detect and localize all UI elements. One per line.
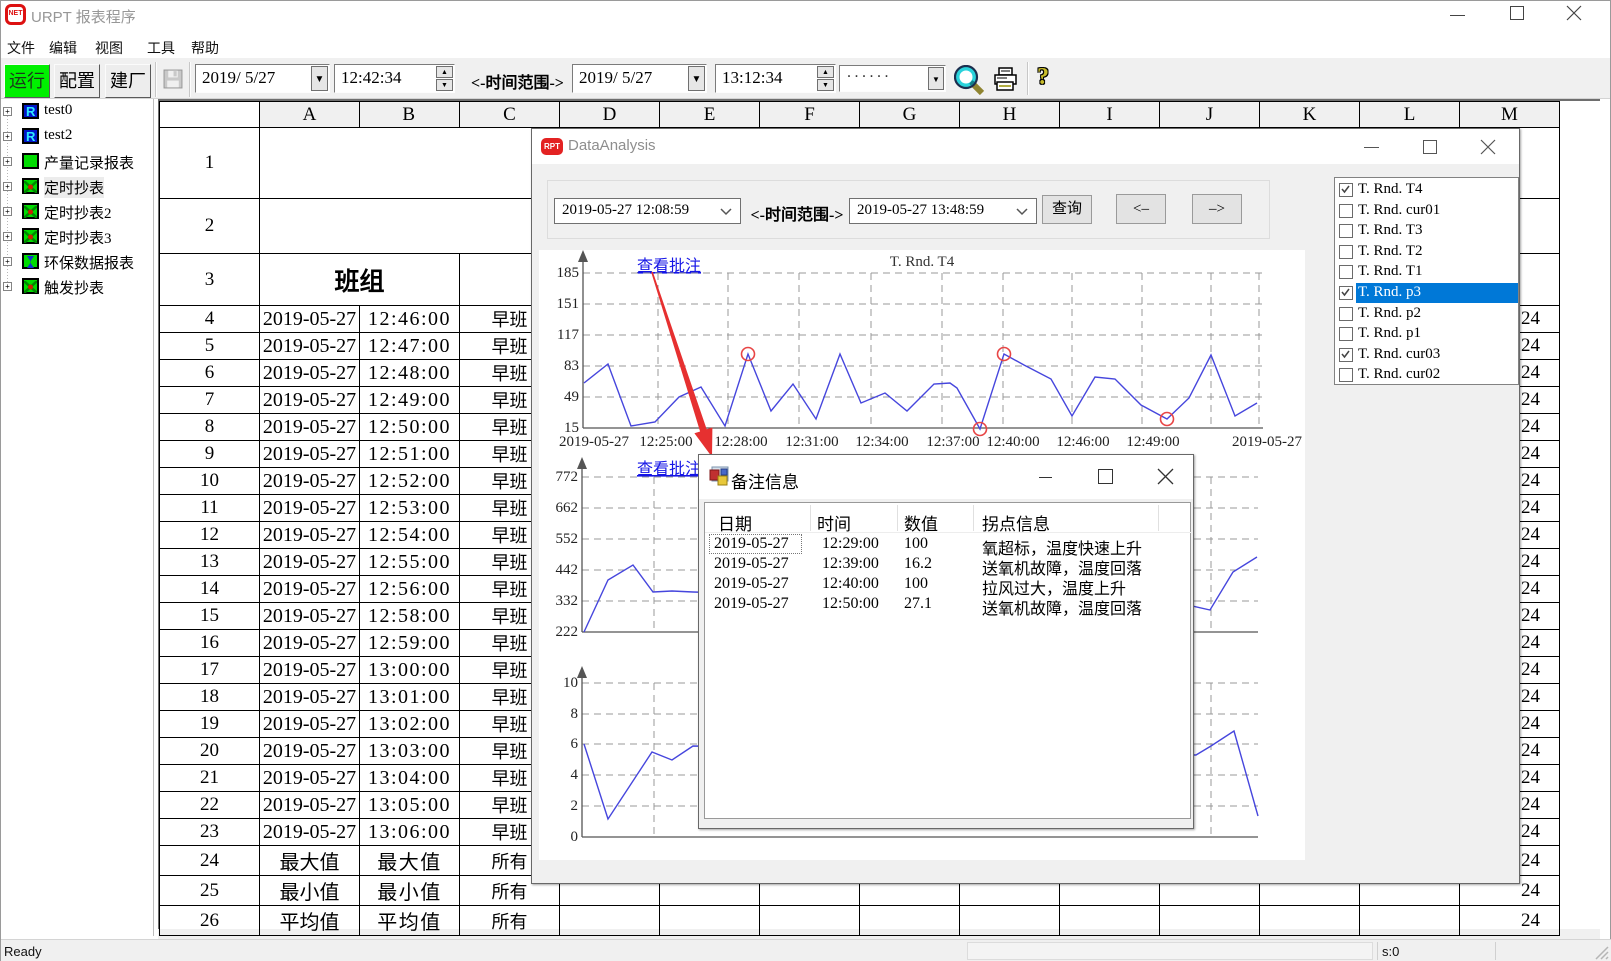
- svg-text:12:49:00: 12:49:00: [1126, 434, 1179, 450]
- svg-text:2019-05-27: 2019-05-27: [1232, 434, 1302, 450]
- svg-text:151: 151: [557, 296, 580, 312]
- svg-text:12:40:00: 12:40:00: [986, 434, 1039, 450]
- svg-text:查看批注: 查看批注: [637, 460, 701, 478]
- svg-text:2: 2: [571, 798, 579, 814]
- svg-text:222: 222: [556, 624, 579, 640]
- svg-text:185: 185: [557, 265, 580, 281]
- svg-text:10: 10: [563, 675, 578, 691]
- svg-text:772: 772: [556, 469, 579, 485]
- svg-text:332: 332: [556, 593, 579, 609]
- svg-text:117: 117: [557, 327, 579, 343]
- svg-text:T. Rnd. T4: T. Rnd. T4: [890, 254, 955, 270]
- svg-text:83: 83: [564, 358, 579, 374]
- svg-text:662: 662: [556, 500, 579, 516]
- svg-text:4: 4: [571, 767, 579, 783]
- svg-text:0: 0: [571, 829, 579, 845]
- svg-text:12:28:00: 12:28:00: [714, 434, 767, 450]
- svg-text:12:46:00: 12:46:00: [1056, 434, 1109, 450]
- svg-text:6: 6: [571, 736, 579, 752]
- svg-text:442: 442: [556, 562, 579, 578]
- svg-text:12:37:00: 12:37:00: [926, 434, 979, 450]
- svg-text:49: 49: [564, 389, 579, 405]
- svg-text:552: 552: [556, 531, 579, 547]
- svg-text:12:31:00: 12:31:00: [785, 434, 838, 450]
- svg-text:2019-05-27: 2019-05-27: [559, 434, 629, 450]
- svg-text:8: 8: [571, 706, 579, 722]
- svg-text:12:25:00: 12:25:00: [639, 434, 692, 450]
- svg-text:查看批注: 查看批注: [637, 257, 701, 275]
- svg-text:12:34:00: 12:34:00: [855, 434, 908, 450]
